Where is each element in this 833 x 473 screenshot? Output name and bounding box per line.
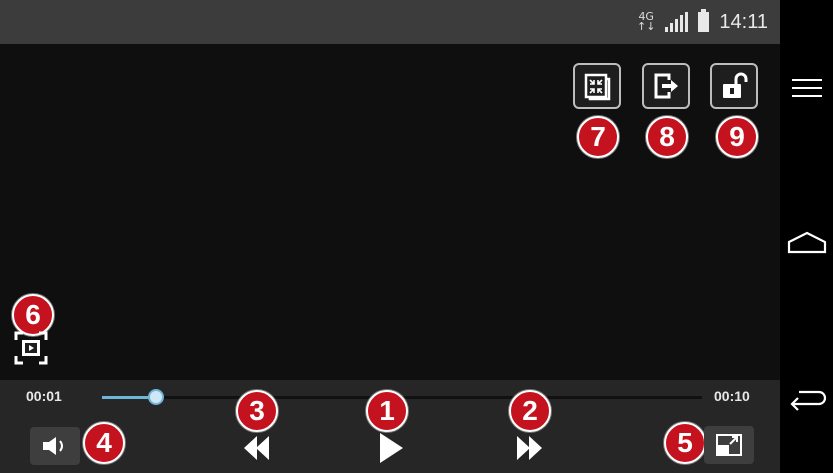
badge-8: 8 xyxy=(646,116,688,158)
navigation-bar xyxy=(780,0,833,473)
status-bar: 4G ↑↓ 14:11 xyxy=(0,0,780,44)
video-player-screen[interactable]: 4G ↑↓ 14:11 7 8 9 6 00:01 00:10 4 3 1 2 … xyxy=(0,0,780,473)
lock-button[interactable] xyxy=(710,63,758,109)
badge-7: 7 xyxy=(577,116,619,158)
home-button[interactable] xyxy=(780,213,833,273)
exit-button[interactable] xyxy=(642,63,690,109)
menu-button[interactable] xyxy=(780,58,833,118)
unlock-icon xyxy=(723,72,748,98)
fast-forward-icon xyxy=(517,436,542,460)
4g-icon: 4G ↑↓ xyxy=(636,10,656,33)
menu-icon xyxy=(791,79,822,97)
badge-9: 9 xyxy=(716,116,758,158)
battery-icon xyxy=(698,9,710,32)
capture-button[interactable] xyxy=(14,331,48,365)
back-icon xyxy=(789,390,826,411)
home-icon xyxy=(787,231,826,254)
badge-6: 6 xyxy=(12,294,54,336)
badge-3: 3 xyxy=(236,390,278,432)
popup-play-button[interactable] xyxy=(704,426,754,464)
rewind-button[interactable] xyxy=(240,433,274,463)
volume-button[interactable] xyxy=(30,427,80,465)
seek-bar-thumb[interactable] xyxy=(148,389,164,405)
elapsed-time: 00:01 xyxy=(26,388,62,404)
capture-icon xyxy=(14,331,48,365)
status-time: 14:11 xyxy=(719,10,768,33)
badge-2: 2 xyxy=(509,390,551,432)
total-time: 00:10 xyxy=(714,388,750,404)
signal-icon xyxy=(665,12,689,32)
badge-1: 1 xyxy=(366,390,408,432)
volume-icon xyxy=(43,437,63,455)
badge-4: 4 xyxy=(83,422,125,464)
play-button[interactable] xyxy=(376,430,406,466)
popup-play-icon xyxy=(716,434,742,456)
rewind-icon xyxy=(244,436,269,460)
play-icon xyxy=(380,433,403,463)
exit-icon xyxy=(654,73,678,99)
fit-screen-icon xyxy=(584,73,611,101)
fast-forward-button[interactable] xyxy=(512,433,546,463)
back-button[interactable] xyxy=(780,370,833,430)
badge-5: 5 xyxy=(664,422,706,464)
fit-screen-button[interactable] xyxy=(573,63,621,109)
